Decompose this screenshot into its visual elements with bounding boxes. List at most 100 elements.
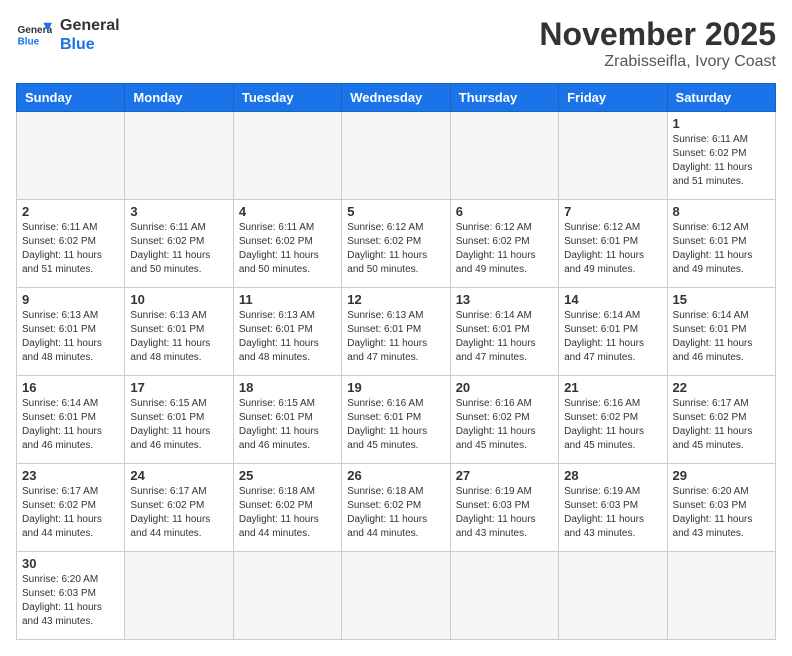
- calendar-header-row: SundayMondayTuesdayWednesdayThursdayFrid…: [17, 84, 776, 112]
- day-info: Sunrise: 6:17 AM Sunset: 6:02 PM Dayligh…: [130, 485, 227, 541]
- day-number: 17: [130, 380, 227, 395]
- day-info: Sunrise: 6:12 AM Sunset: 6:02 PM Dayligh…: [347, 221, 444, 277]
- logo: General Blue General Blue: [16, 16, 120, 54]
- header: General Blue General Blue November 2025 …: [16, 16, 776, 71]
- day-info: Sunrise: 6:11 AM Sunset: 6:02 PM Dayligh…: [673, 133, 770, 189]
- calendar-cell: [125, 112, 233, 200]
- calendar-table: SundayMondayTuesdayWednesdayThursdayFrid…: [16, 83, 776, 640]
- calendar-cell: [559, 552, 667, 640]
- day-info: Sunrise: 6:12 AM Sunset: 6:01 PM Dayligh…: [564, 221, 661, 277]
- day-info: Sunrise: 6:13 AM Sunset: 6:01 PM Dayligh…: [22, 309, 119, 365]
- title-area: November 2025 Zrabisseifla, Ivory Coast: [539, 16, 776, 71]
- calendar-cell: 8 Sunrise: 6:12 AM Sunset: 6:01 PM Daylig…: [667, 200, 775, 288]
- column-header-wednesday: Wednesday: [342, 84, 450, 112]
- calendar-cell: 17 Sunrise: 6:15 AM Sunset: 6:01 PM Dayli…: [125, 376, 233, 464]
- day-info: Sunrise: 6:11 AM Sunset: 6:02 PM Dayligh…: [239, 221, 336, 277]
- day-number: 20: [456, 380, 553, 395]
- day-number: 26: [347, 468, 444, 483]
- day-number: 13: [456, 292, 553, 307]
- day-number: 22: [673, 380, 770, 395]
- day-info: Sunrise: 6:12 AM Sunset: 6:02 PM Dayligh…: [456, 221, 553, 277]
- day-number: 3: [130, 204, 227, 219]
- calendar-cell: 1Sunrise: 6:11 AM Sunset: 6:02 PM Daylig…: [667, 112, 775, 200]
- calendar-cell: 19 Sunrise: 6:16 AM Sunset: 6:01 PM Dayli…: [342, 376, 450, 464]
- day-number: 28: [564, 468, 661, 483]
- calendar-cell: [342, 552, 450, 640]
- calendar-cell: 12 Sunrise: 6:13 AM Sunset: 6:01 PM Dayli…: [342, 288, 450, 376]
- calendar-cell: 23Sunrise: 6:17 AM Sunset: 6:02 PM Dayli…: [17, 464, 125, 552]
- day-number: 8: [673, 204, 770, 219]
- day-number: 29: [673, 468, 770, 483]
- calendar-cell: 13Sunrise: 6:14 AM Sunset: 6:01 PM Dayli…: [450, 288, 558, 376]
- column-header-friday: Friday: [559, 84, 667, 112]
- day-info: Sunrise: 6:13 AM Sunset: 6:01 PM Dayligh…: [347, 309, 444, 365]
- calendar-cell: 9Sunrise: 6:13 AM Sunset: 6:01 PM Daylig…: [17, 288, 125, 376]
- column-header-tuesday: Tuesday: [233, 84, 341, 112]
- location-title: Zrabisseifla, Ivory Coast: [539, 53, 776, 71]
- day-number: 11: [239, 292, 336, 307]
- calendar-cell: 10Sunrise: 6:13 AM Sunset: 6:01 PM Dayli…: [125, 288, 233, 376]
- week-row-2: 2Sunrise: 6:11 AM Sunset: 6:02 PM Daylig…: [17, 200, 776, 288]
- calendar-cell: [17, 112, 125, 200]
- day-info: Sunrise: 6:20 AM Sunset: 6:03 PM Dayligh…: [673, 485, 770, 541]
- day-info: Sunrise: 6:19 AM Sunset: 6:03 PM Dayligh…: [564, 485, 661, 541]
- calendar-cell: 27Sunrise: 6:19 AM Sunset: 6:03 PM Dayli…: [450, 464, 558, 552]
- calendar-cell: 24 Sunrise: 6:17 AM Sunset: 6:02 PM Dayli…: [125, 464, 233, 552]
- calendar-cell: 18 Sunrise: 6:15 AM Sunset: 6:01 PM Dayli…: [233, 376, 341, 464]
- day-info: Sunrise: 6:14 AM Sunset: 6:01 PM Dayligh…: [673, 309, 770, 365]
- week-row-3: 9Sunrise: 6:13 AM Sunset: 6:01 PM Daylig…: [17, 288, 776, 376]
- day-number: 7: [564, 204, 661, 219]
- calendar-cell: 21 Sunrise: 6:16 AM Sunset: 6:02 PM Dayli…: [559, 376, 667, 464]
- day-info: Sunrise: 6:16 AM Sunset: 6:01 PM Dayligh…: [347, 397, 444, 453]
- day-info: Sunrise: 6:16 AM Sunset: 6:02 PM Dayligh…: [456, 397, 553, 453]
- day-info: Sunrise: 6:12 AM Sunset: 6:01 PM Dayligh…: [673, 221, 770, 277]
- day-number: 21: [564, 380, 661, 395]
- day-info: Sunrise: 6:16 AM Sunset: 6:02 PM Dayligh…: [564, 397, 661, 453]
- day-info: Sunrise: 6:11 AM Sunset: 6:02 PM Dayligh…: [130, 221, 227, 277]
- day-info: Sunrise: 6:15 AM Sunset: 6:01 PM Dayligh…: [130, 397, 227, 453]
- day-number: 12: [347, 292, 444, 307]
- column-header-saturday: Saturday: [667, 84, 775, 112]
- svg-text:Blue: Blue: [17, 37, 39, 48]
- calendar-cell: [559, 112, 667, 200]
- calendar-cell: [125, 552, 233, 640]
- column-header-sunday: Sunday: [17, 84, 125, 112]
- day-number: 19: [347, 380, 444, 395]
- calendar-cell: 14 Sunrise: 6:14 AM Sunset: 6:01 PM Dayli…: [559, 288, 667, 376]
- column-header-monday: Monday: [125, 84, 233, 112]
- day-number: 18: [239, 380, 336, 395]
- day-number: 24: [130, 468, 227, 483]
- calendar-cell: 20 Sunrise: 6:16 AM Sunset: 6:02 PM Dayli…: [450, 376, 558, 464]
- day-info: Sunrise: 6:13 AM Sunset: 6:01 PM Dayligh…: [239, 309, 336, 365]
- calendar-cell: [342, 112, 450, 200]
- calendar-cell: 25Sunrise: 6:18 AM Sunset: 6:02 PM Dayli…: [233, 464, 341, 552]
- column-header-thursday: Thursday: [450, 84, 558, 112]
- calendar-cell: 22Sunrise: 6:17 AM Sunset: 6:02 PM Dayli…: [667, 376, 775, 464]
- day-number: 16: [22, 380, 119, 395]
- day-info: Sunrise: 6:14 AM Sunset: 6:01 PM Dayligh…: [564, 309, 661, 365]
- day-info: Sunrise: 6:15 AM Sunset: 6:01 PM Dayligh…: [239, 397, 336, 453]
- day-number: 30: [22, 556, 119, 571]
- calendar-cell: 7 Sunrise: 6:12 AM Sunset: 6:01 PM Daylig…: [559, 200, 667, 288]
- calendar-cell: [233, 112, 341, 200]
- calendar-cell: 11 Sunrise: 6:13 AM Sunset: 6:01 PM Dayli…: [233, 288, 341, 376]
- day-info: Sunrise: 6:13 AM Sunset: 6:01 PM Dayligh…: [130, 309, 227, 365]
- calendar-cell: 28 Sunrise: 6:19 AM Sunset: 6:03 PM Dayli…: [559, 464, 667, 552]
- calendar-cell: 5 Sunrise: 6:12 AM Sunset: 6:02 PM Daylig…: [342, 200, 450, 288]
- day-info: Sunrise: 6:18 AM Sunset: 6:02 PM Dayligh…: [239, 485, 336, 541]
- logo-blue-text: Blue: [60, 35, 120, 54]
- day-info: Sunrise: 6:14 AM Sunset: 6:01 PM Dayligh…: [22, 397, 119, 453]
- calendar-cell: [450, 552, 558, 640]
- day-number: 14: [564, 292, 661, 307]
- day-info: Sunrise: 6:17 AM Sunset: 6:02 PM Dayligh…: [22, 485, 119, 541]
- day-number: 15: [673, 292, 770, 307]
- calendar-cell: 6Sunrise: 6:12 AM Sunset: 6:02 PM Daylig…: [450, 200, 558, 288]
- calendar-cell: [233, 552, 341, 640]
- day-number: 27: [456, 468, 553, 483]
- calendar-cell: 26Sunrise: 6:18 AM Sunset: 6:02 PM Dayli…: [342, 464, 450, 552]
- day-info: Sunrise: 6:20 AM Sunset: 6:03 PM Dayligh…: [22, 573, 119, 629]
- day-number: 5: [347, 204, 444, 219]
- logo-icon: General Blue: [16, 17, 52, 53]
- logo-general-text: General: [60, 16, 120, 35]
- week-row-6: 30 Sunrise: 6:20 AM Sunset: 6:03 PM Dayli…: [17, 552, 776, 640]
